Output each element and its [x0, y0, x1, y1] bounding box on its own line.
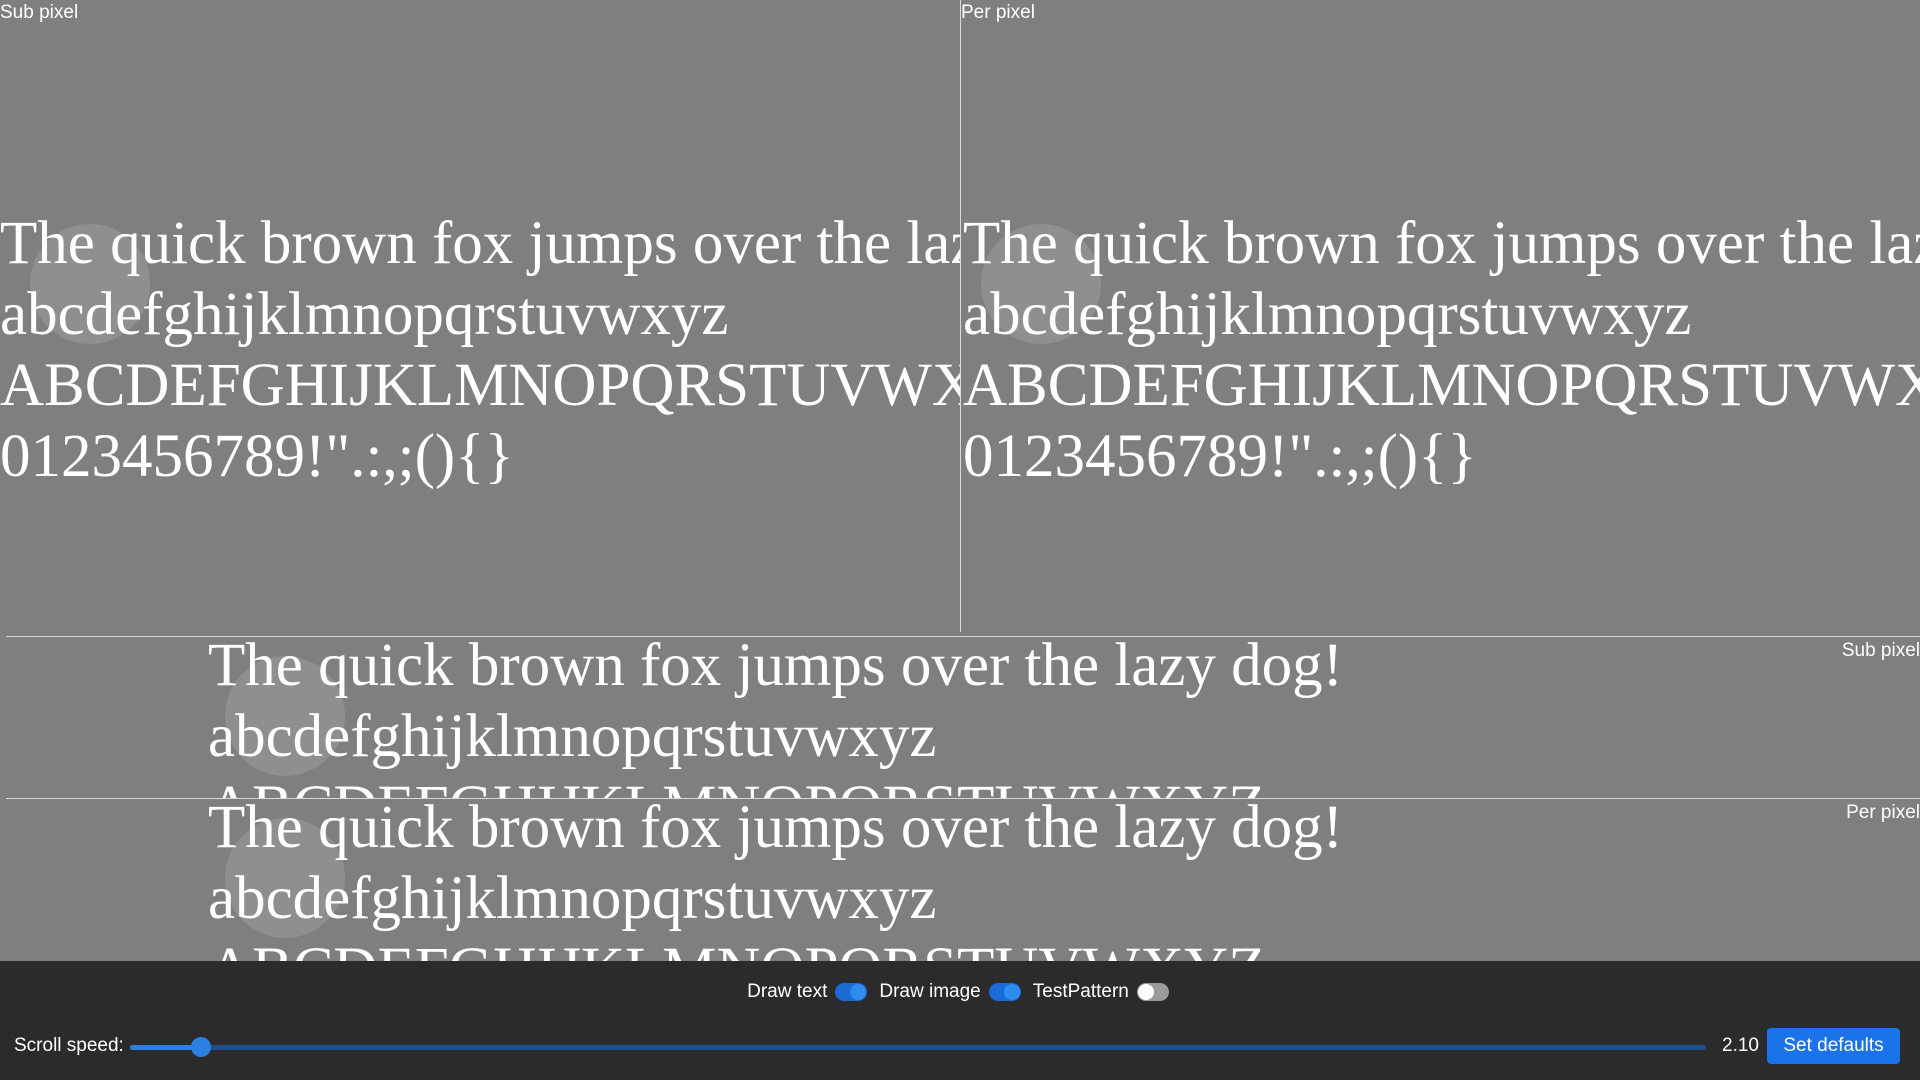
pane-label: Sub pixel: [0, 2, 79, 23]
sample-line: The quick brown fox jumps over the lazy …: [0, 210, 960, 277]
perpixel-pane: Per pixel The quick brown fox jumps over…: [961, 0, 1920, 632]
set-defaults-button[interactable]: Set defaults: [1767, 1028, 1900, 1064]
subpixel-scroll-strip: Sub pixel The quick brown fox jumps over…: [0, 637, 1920, 798]
control-bar: Draw text Draw image TestPattern Scroll …: [0, 961, 1920, 1080]
test-pattern-toggle[interactable]: [1136, 983, 1169, 1001]
sample-line: ABCDEFGHIJKLMNOPQRSTUVWXYZ: [208, 934, 1343, 961]
sample-line: 0123456789!".:,;(){}: [0, 423, 514, 490]
draw-text-toggle[interactable]: [835, 983, 868, 1001]
sample-line: The quick brown fox jumps over the lazy …: [208, 799, 1343, 861]
draw-image-label: Draw image: [879, 981, 981, 1002]
scroll-speed-label: Scroll speed:: [14, 1035, 124, 1056]
sample-text-block: The quick brown fox jumps over the lazy …: [208, 799, 1343, 961]
sample-line: abcdefghijklmnopqrstuvwxyz: [208, 703, 937, 770]
pane-label: Per pixel: [1846, 802, 1920, 823]
toggle-knob: [1137, 984, 1154, 1000]
sample-line: The quick brown fox jumps over the lazy …: [208, 637, 1343, 699]
subpixel-pane: Sub pixel The quick brown fox jumps over…: [0, 0, 960, 632]
sample-line: abcdefghijklmnopqrstuvwxyz: [0, 281, 729, 348]
toggle-knob: [1003, 984, 1020, 1000]
render-canvas: Sub pixel The quick brown fox jumps over…: [0, 0, 1920, 961]
draw-image-toggle[interactable]: [988, 983, 1021, 1001]
sample-line: 0123456789!".:,;(){}: [963, 423, 1477, 490]
sample-text-block: The quick brown fox jumps over the lazy …: [208, 637, 1343, 798]
slider-thumb[interactable]: [191, 1037, 211, 1057]
sample-line: The quick brown fox jumps over the lazy …: [963, 210, 1920, 277]
scroll-speed-row: Scroll speed: 2.10 Set defaults: [0, 1026, 1920, 1066]
sample-line: abcdefghijklmnopqrstuvwxyz: [963, 281, 1692, 348]
toggle-row: Draw text Draw image TestPattern: [0, 981, 1920, 1003]
toggle-knob: [850, 984, 867, 1000]
perpixel-scroll-strip: Per pixel The quick brown fox jumps over…: [0, 799, 1920, 961]
pane-label: Per pixel: [961, 2, 1035, 23]
pane-label: Sub pixel: [1841, 640, 1920, 661]
sample-line: ABCDEFGHIJKLMNOPQRSTUVWXYZ: [208, 772, 1343, 798]
sample-line: abcdefghijklmnopqrstuvwxyz: [208, 865, 937, 932]
sample-line: ABCDEFGHIJKLMNOPQRSTUVWXYZ: [0, 352, 960, 419]
sample-text-block: The quick brown fox jumps over the lazy …: [963, 208, 1920, 492]
draw-text-label: Draw text: [747, 981, 828, 1002]
test-pattern-label: TestPattern: [1032, 981, 1129, 1002]
scroll-speed-slider[interactable]: [130, 1037, 1706, 1057]
sample-text-block: The quick brown fox jumps over the lazy …: [0, 208, 960, 492]
sample-line: ABCDEFGHIJKLMNOPQRSTUVWXYZ: [963, 352, 1920, 419]
scroll-speed-value: 2.10: [1722, 1035, 1759, 1056]
